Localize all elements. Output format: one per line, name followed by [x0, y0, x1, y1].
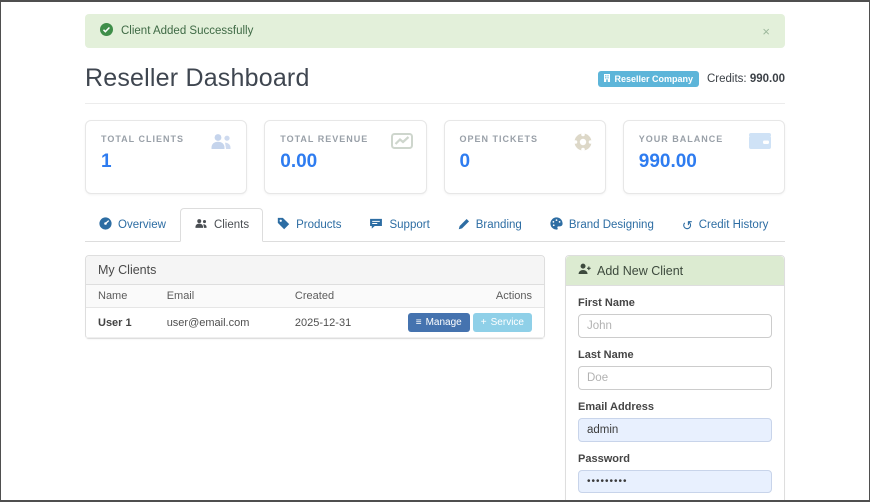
tab-credit-history[interactable]: ↺ Credit History — [668, 208, 783, 242]
tab-brand-designing[interactable]: Brand Designing — [536, 208, 668, 242]
tab-bar: Overview Clients Products Support Brandi… — [85, 208, 785, 242]
credits-label: Credits: — [706, 72, 747, 85]
table-row: User 1 user@email.com 2025-12-31 ≡ Manage… — [86, 307, 544, 338]
tab-label: Overview — [118, 219, 166, 231]
table-header-row: Name Email Created Actions — [86, 285, 544, 308]
password-group: Password — [578, 453, 772, 493]
history-icon: ↺ — [681, 217, 693, 233]
stat-card-your-balance: YOUR BALANCE 990.00 — [622, 120, 785, 194]
close-icon[interactable]: × — [762, 24, 770, 39]
my-clients-header: My Clients — [86, 256, 544, 285]
password-field[interactable] — [578, 470, 772, 493]
col-actions: Actions — [395, 285, 544, 308]
tab-products[interactable]: Products — [263, 208, 355, 242]
tab-label: Clients — [213, 219, 250, 231]
my-clients-panel: My Clients Name Email Created Actions Us… — [85, 255, 545, 339]
add-client-title: Add New Client — [597, 263, 684, 278]
tab-label: Brand Designing — [568, 219, 654, 231]
page-header: Reseller Dashboard Reseller Company Cred… — [85, 64, 785, 93]
content-row: My Clients Name Email Created Actions Us… — [85, 255, 785, 500]
check-circle-icon — [100, 23, 113, 39]
wallet-icon — [749, 133, 771, 154]
stat-value: 990.00 — [638, 151, 697, 172]
add-new-client-panel: Add New Client First Name Last Name Emai… — [565, 255, 785, 500]
support-icon — [369, 218, 383, 232]
dashboard-icon — [99, 217, 112, 233]
manage-label: Manage — [425, 317, 462, 328]
first-name-label: First Name — [578, 297, 635, 309]
stat-card-open-tickets: OPEN TICKETS 0 — [443, 120, 606, 194]
credits: Credits: 990.00 — [707, 73, 785, 85]
page-container: Client Added Successfully × Reseller Das… — [85, 14, 785, 500]
users-icon — [194, 218, 208, 232]
header-right: Reseller Company Credits: 990.00 — [598, 70, 785, 87]
list-icon: ≡ — [415, 317, 422, 328]
clients-table: Name Email Created Actions User 1 user@e… — [86, 285, 544, 338]
stat-card-total-revenue: TOTAL REVENUE 0.00 — [264, 120, 427, 194]
col-name: Name — [86, 285, 155, 308]
email-group: Email Address — [578, 401, 772, 442]
last-name-group: Last Name — [578, 349, 772, 390]
tab-label: Branding — [475, 219, 522, 231]
last-name-label: Last Name — [578, 349, 634, 361]
email-field[interactable] — [578, 418, 772, 442]
manage-button[interactable]: ≡ Manage — [407, 313, 470, 332]
first-name-field[interactable] — [578, 314, 772, 338]
first-name-group: First Name — [578, 297, 772, 338]
app-window: Client Added Successfully × Reseller Das… — [0, 0, 870, 502]
page-title: Reseller Dashboard — [85, 64, 310, 92]
add-client-form: First Name Last Name Email Address Passw… — [566, 286, 784, 500]
reseller-company-badge: Reseller Company — [598, 70, 699, 87]
badge-label: Reseller Company — [614, 73, 693, 84]
client-name: User 1 — [86, 307, 155, 338]
password-label: Password — [578, 453, 630, 465]
chart-line-icon — [390, 133, 413, 154]
palette-icon — [550, 217, 563, 233]
add-service-button[interactable]: + Service — [472, 313, 532, 332]
client-email: user@email.com — [154, 307, 283, 338]
stat-card-total-clients: TOTAL CLIENTS 1 — [85, 120, 248, 194]
email-label: Email Address — [578, 401, 655, 413]
tab-clients[interactable]: Clients — [179, 208, 264, 242]
success-alert: Client Added Successfully × — [85, 14, 785, 48]
tab-label: Support — [389, 219, 430, 231]
life-ring-icon — [573, 132, 593, 156]
tab-overview[interactable]: Overview — [85, 208, 180, 242]
users-icon — [209, 133, 233, 155]
stats-row: TOTAL CLIENTS 1 TOTAL REVENUE 0.00 OPEN … — [85, 120, 785, 194]
tab-branding[interactable]: Branding — [444, 208, 536, 242]
tab-label: Products — [296, 219, 342, 231]
service-label: Service — [490, 317, 524, 328]
building-icon — [604, 73, 611, 84]
stat-label: OPEN TICKETS — [459, 134, 539, 144]
tab-support[interactable]: Support — [355, 208, 443, 242]
header-divider — [85, 103, 785, 104]
col-email: Email — [154, 285, 283, 308]
add-client-header: Add New Client — [566, 256, 784, 286]
last-name-field[interactable] — [578, 366, 772, 390]
brush-icon — [458, 218, 470, 233]
stat-value: 0 — [459, 151, 471, 172]
tags-icon — [277, 217, 290, 233]
tab-label: Credit History — [698, 219, 769, 231]
user-plus-icon — [578, 263, 591, 278]
plus-icon: + — [480, 317, 487, 328]
client-actions: ≡ Manage + Service — [395, 307, 544, 338]
client-created: 2025-12-31 — [282, 307, 396, 338]
alert-message: Client Added Successfully — [121, 25, 254, 37]
credits-value: 990.00 — [749, 72, 785, 85]
col-created: Created — [282, 285, 396, 308]
stat-value: 0.00 — [280, 151, 318, 172]
